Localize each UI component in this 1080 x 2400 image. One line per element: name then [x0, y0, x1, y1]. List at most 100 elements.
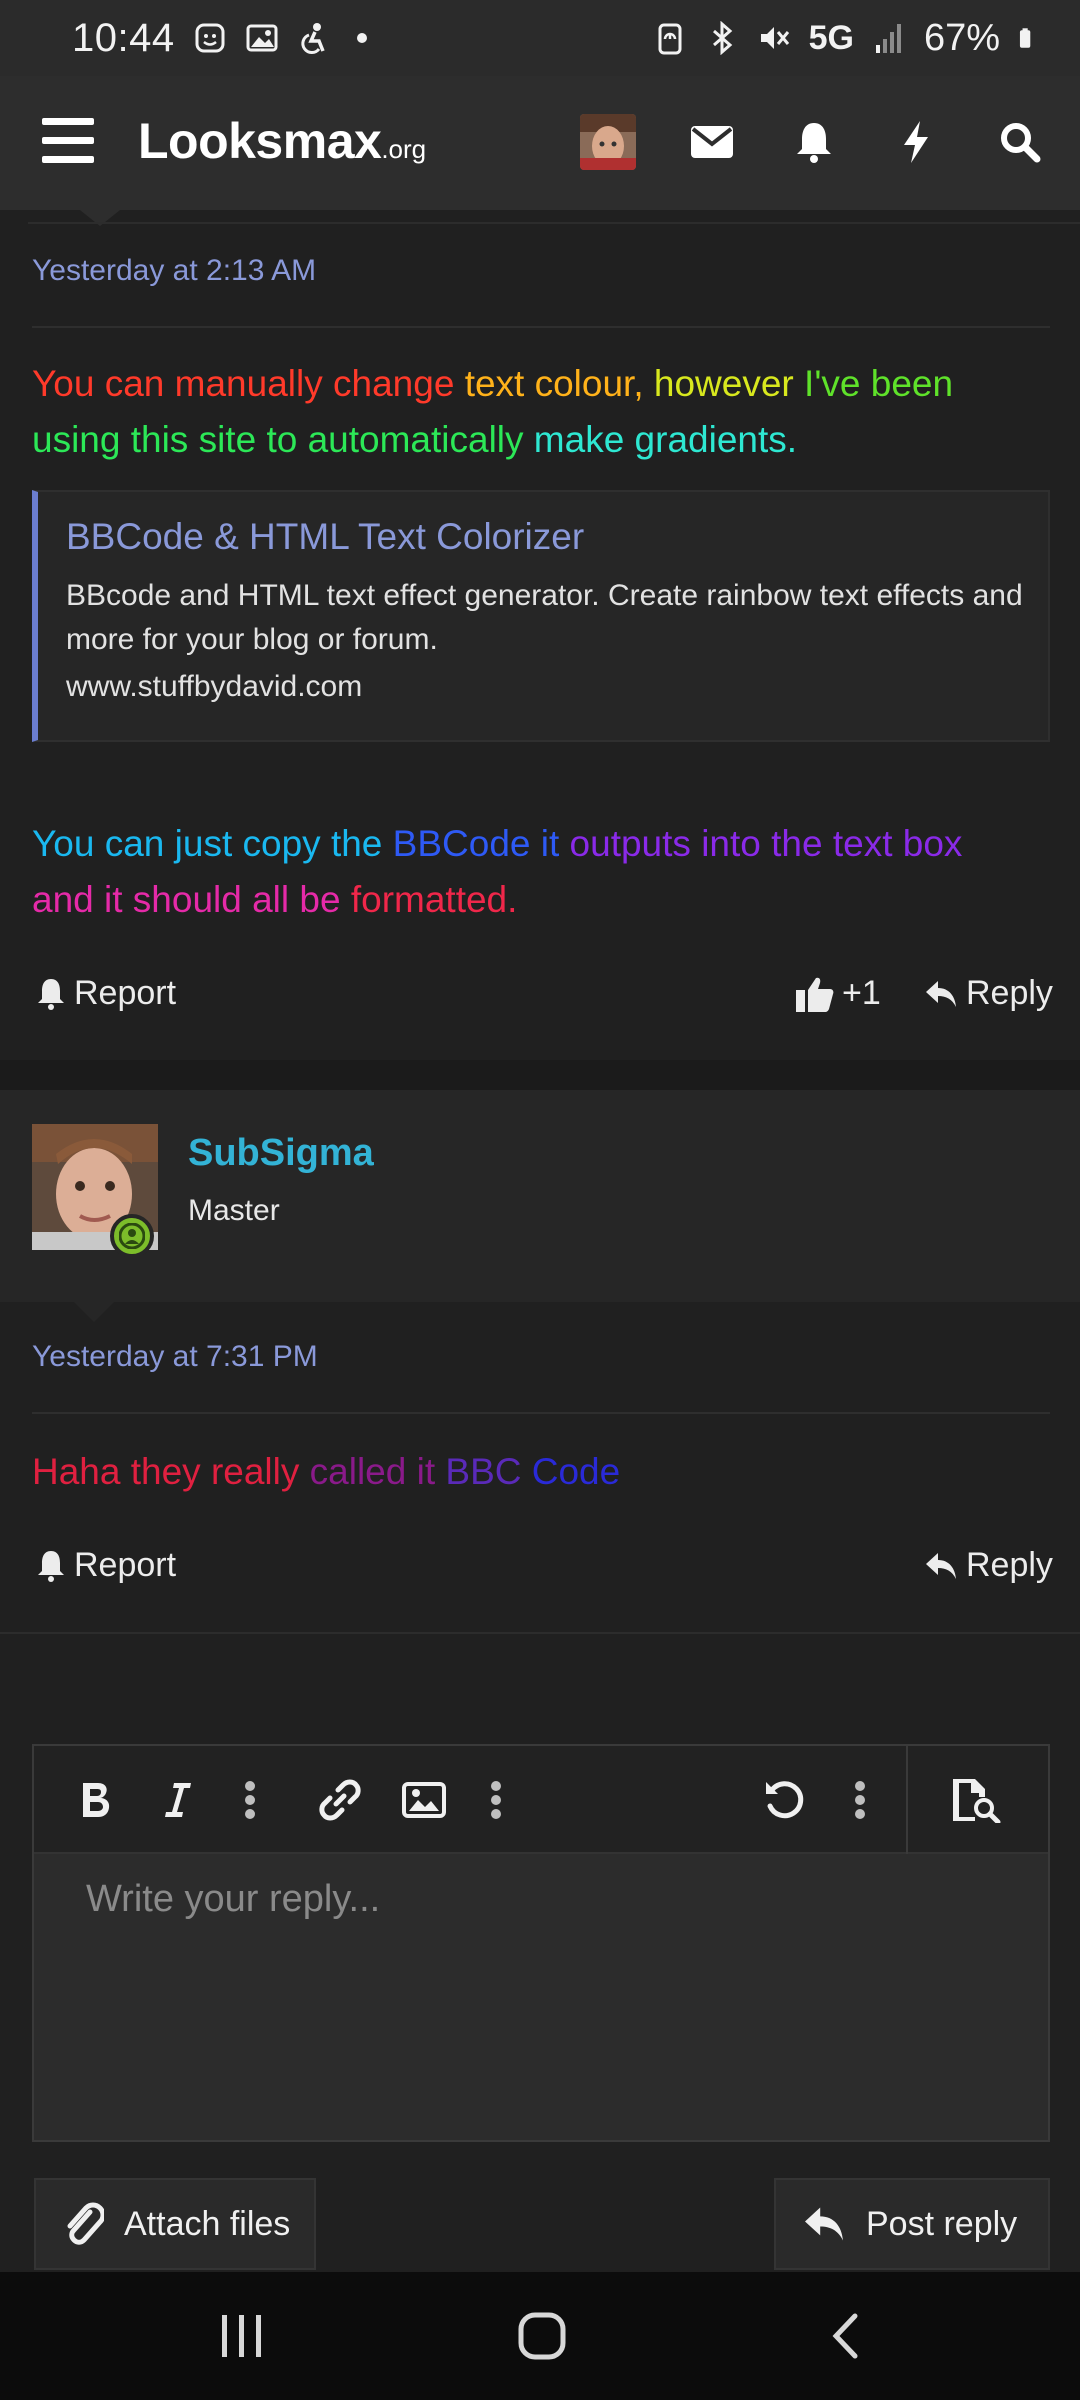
text-span: BBC	[445, 1451, 532, 1492]
gallery-icon	[246, 24, 278, 52]
post-date[interactable]: Yesterday at 7:31 PM	[32, 1340, 318, 1374]
link-preview[interactable]: BBCode & HTML Text Colorizer BBcode and …	[32, 490, 1050, 742]
mail-icon	[691, 126, 733, 158]
battery-icon	[1019, 28, 1031, 48]
text-span: called it	[309, 1451, 446, 1492]
message-line-1: Haha they really called it BBC Code	[32, 1444, 1052, 1500]
user-block-pointer	[72, 1300, 116, 1322]
system-nav-bar	[0, 2272, 1080, 2400]
app-notification-icon	[195, 23, 225, 53]
post-reply-label: Post reply	[866, 2204, 1018, 2243]
whats-new-button[interactable]	[890, 116, 942, 168]
site-logo[interactable]: Looksmax.org	[138, 112, 426, 170]
app-header: Looksmax.org	[0, 76, 1080, 210]
toolbar-separator	[906, 1746, 908, 1854]
battery-saver-icon	[658, 23, 682, 55]
reaction-count: +1	[842, 974, 881, 1012]
menu-icon	[42, 118, 94, 163]
bell-icon	[38, 1550, 64, 1582]
attach-files-button[interactable]: Attach files	[34, 2178, 316, 2270]
alerts-button[interactable]	[788, 116, 840, 168]
text-span[interactable]: BBCode it	[393, 823, 570, 864]
battery-percent: 67%	[923, 16, 1000, 59]
preview-title[interactable]: BBCode & HTML Text Colorizer	[66, 516, 1020, 558]
more-icon	[855, 1781, 865, 1819]
mute-icon	[760, 27, 789, 49]
status-right: 5G 67%	[653, 17, 1040, 60]
like-button[interactable]: +1	[796, 974, 881, 1013]
report-button[interactable]: Report	[36, 1546, 176, 1585]
undo-button[interactable]	[758, 1774, 810, 1826]
network-type: 5G	[808, 18, 854, 57]
reply-label: Reply	[966, 974, 1053, 1012]
status-time: 10:44	[72, 15, 175, 60]
text-span: You can manually change	[32, 363, 465, 404]
user-block: SubSigma Master	[0, 1090, 1080, 1302]
post-divider	[0, 1632, 1080, 1634]
text-span: using this site to automatically	[32, 419, 534, 460]
message-line-4: and it should all be formatted.	[32, 872, 1052, 928]
undo-icon	[766, 1781, 804, 1819]
message-line-1: You can manually change text colour, how…	[32, 356, 1052, 412]
reply-icon	[805, 2207, 843, 2241]
account-avatar[interactable]	[580, 114, 636, 170]
post-date[interactable]: Yesterday at 2:13 AM	[32, 254, 316, 288]
more-text-options-button[interactable]	[224, 1774, 276, 1826]
text-span: You can just copy the	[32, 823, 393, 864]
more-notifications-dot	[356, 33, 367, 43]
bolt-icon	[904, 121, 928, 163]
home-button[interactable]	[512, 2306, 572, 2366]
search-button[interactable]	[994, 116, 1046, 168]
post-message: You can manually change text colour, how…	[32, 356, 1052, 468]
user-rank: Master	[188, 1194, 280, 1227]
home-icon	[518, 2312, 566, 2360]
back-button[interactable]	[816, 2306, 876, 2366]
report-label: Report	[74, 1546, 177, 1584]
insert-link-button[interactable]	[314, 1774, 366, 1826]
paperclip-icon	[67, 2202, 104, 2245]
text-span: Code	[531, 1451, 621, 1492]
more-icon	[491, 1781, 501, 1819]
reply-input[interactable]	[34, 1854, 1048, 2140]
inbox-button[interactable]	[686, 116, 738, 168]
image-icon	[402, 1782, 446, 1818]
username-link[interactable]: SubSigma	[188, 1132, 374, 1175]
bold-button[interactable]	[70, 1774, 122, 1826]
header-divider	[28, 222, 1080, 224]
signal-icon	[875, 24, 901, 53]
preview-description: BBcode and HTML text effect generator. C…	[66, 579, 1023, 656]
text-span: I've been	[804, 363, 954, 404]
menu-button[interactable]	[42, 118, 94, 164]
reply-button[interactable]: Reply	[924, 1546, 1053, 1585]
logo-main: Looksmax	[138, 113, 382, 169]
online-status-badge	[110, 1214, 154, 1258]
reply-button[interactable]: Reply	[924, 974, 1053, 1013]
post-separator	[0, 1060, 1080, 1090]
bold-icon	[83, 1783, 110, 1817]
logo-tld: .org	[381, 134, 427, 164]
text-span: make gradients.	[533, 419, 798, 460]
preview-button[interactable]	[950, 1774, 1002, 1826]
status-bar: 10:44 5G 67%	[0, 0, 1080, 76]
avatar-image	[580, 114, 636, 170]
text-span: however	[653, 363, 805, 404]
reply-editor	[32, 1744, 1050, 2142]
post-date-divider	[32, 1412, 1050, 1414]
reply-icon	[926, 1552, 956, 1579]
recent-apps-button[interactable]	[212, 2306, 272, 2366]
text-span: and it should all be	[32, 879, 351, 920]
insert-image-button[interactable]	[398, 1774, 450, 1826]
post-message-continued: You can just copy the BBCode it outputs …	[32, 816, 1052, 928]
more-editor-options-button[interactable]	[834, 1774, 886, 1826]
back-icon	[832, 2313, 858, 2359]
accessibility-icon	[300, 23, 325, 54]
more-insert-options-button[interactable]	[470, 1774, 522, 1826]
post-reply-button[interactable]: Post reply	[774, 2178, 1050, 2270]
report-button[interactable]: Report	[36, 974, 176, 1013]
message-line-3: You can just copy the BBCode it outputs …	[32, 816, 1052, 872]
attach-files-label: Attach files	[124, 2204, 291, 2243]
recent-apps-icon	[222, 2315, 261, 2357]
thumbs-up-icon	[796, 977, 834, 1012]
italic-button[interactable]	[152, 1774, 204, 1826]
more-icon	[245, 1781, 255, 1819]
